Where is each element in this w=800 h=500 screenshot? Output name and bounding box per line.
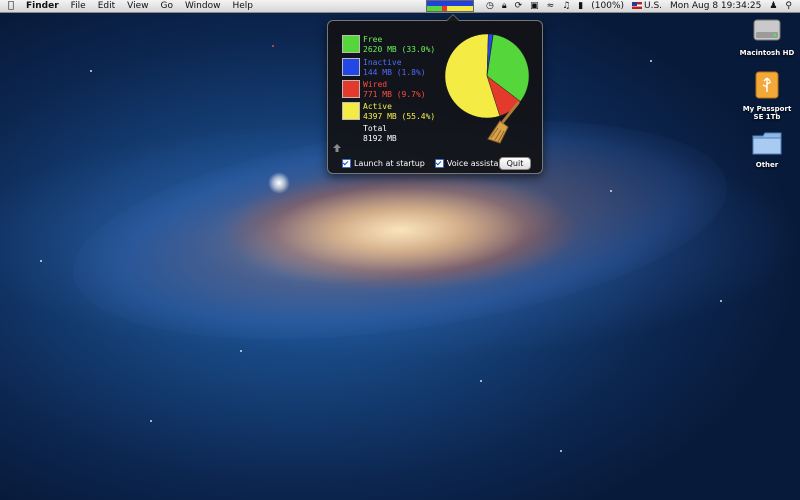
star: [610, 190, 612, 192]
star: [272, 45, 274, 47]
desktop-icon-my-passport[interactable]: My Passport SE 1Tb: [737, 70, 797, 121]
wired-swatch: [342, 80, 360, 98]
time-machine-icon[interactable]: ◷: [482, 0, 498, 12]
spotlight-icon[interactable]: ⚲: [781, 0, 796, 12]
voice-assistant-checkbox[interactable]: [434, 159, 444, 168]
menu-finder[interactable]: Finder: [20, 0, 65, 12]
inactive-value: 144 MB (1.8%): [363, 68, 426, 77]
desktop-icon-label: My Passport SE 1Tb: [742, 105, 792, 121]
inactive-row: Inactive 144 MB (1.8%): [342, 58, 426, 78]
star: [40, 260, 42, 262]
apple-menu-icon[interactable]: : [0, 0, 20, 12]
wired-value: 771 MB (9.7%): [363, 90, 426, 99]
desktop-icon-label: Macintosh HD: [739, 49, 795, 57]
menu-edit[interactable]: Edit: [92, 0, 121, 12]
star: [720, 300, 722, 302]
lock-icon[interactable]: 🔒︎: [498, 0, 511, 12]
display-icon[interactable]: ▣: [526, 0, 543, 12]
free-row: Free 2620 MB (33.0%): [342, 35, 435, 55]
memory-icon[interactable]: [425, 0, 474, 12]
usb-drive-icon: [755, 71, 779, 99]
sync-icon[interactable]: ⟳: [511, 0, 527, 12]
options-row: Launch at startup Voice assistant: [342, 159, 507, 168]
menu-view[interactable]: View: [121, 0, 154, 12]
desktop-icon-macintosh-hd[interactable]: Macintosh HD: [737, 16, 797, 57]
free-swatch: [342, 35, 360, 53]
quit-button[interactable]: Quit: [499, 157, 531, 170]
active-value: 4397 MB (55.4%): [363, 112, 436, 121]
total-block: Total 8192 MB: [363, 124, 397, 144]
broom-icon[interactable]: [486, 101, 522, 145]
status-area: ◷ 🔒︎ ⟳ ▣ ≈ ♫ ▮ (100%) U.S. Mon Aug 8 19:…: [425, 0, 796, 12]
star: [90, 70, 92, 72]
menu-go[interactable]: Go: [155, 0, 179, 12]
wired-label: Wired: [363, 80, 388, 89]
menu-window[interactable]: Window: [179, 0, 227, 12]
total-label: Total: [363, 124, 388, 133]
free-value: 2620 MB (33.0%): [363, 45, 436, 54]
flag-icon: [632, 2, 643, 9]
input-source[interactable]: U.S.: [628, 0, 666, 12]
active-row: Active 4397 MB (55.4%): [342, 102, 435, 122]
folder-icon: [752, 132, 782, 155]
battery-icon[interactable]: ▮: [574, 0, 587, 12]
free-label: Free: [363, 35, 383, 44]
launch-at-startup-checkbox[interactable]: [342, 159, 351, 168]
total-value: 8192 MB: [363, 134, 397, 143]
star-flare: [268, 172, 290, 194]
desktop-icon-label: Other: [755, 161, 779, 169]
inactive-label: Inactive: [363, 58, 402, 67]
memory-popup: Free 2620 MB (33.0%) Inactive 144 MB (1.…: [327, 14, 543, 174]
desktop-icon-other[interactable]: Other: [737, 130, 797, 169]
wired-row: Wired 771 MB (9.7%): [342, 80, 426, 100]
update-arrow-icon[interactable]: [332, 143, 342, 153]
volume-icon[interactable]: ♫: [558, 0, 574, 12]
hard-drive-icon: [753, 19, 781, 41]
clock[interactable]: Mon Aug 8 19:34:25: [666, 0, 765, 12]
star: [240, 350, 242, 352]
user-icon[interactable]: ♟: [765, 0, 781, 12]
star: [150, 420, 152, 422]
active-swatch: [342, 102, 360, 120]
launch-at-startup-label: Launch at startup: [354, 159, 425, 168]
star: [480, 380, 482, 382]
menu-bar:  Finder File Edit View Go Window Help ◷…: [0, 0, 800, 13]
menu-file[interactable]: File: [65, 0, 92, 12]
star: [650, 60, 652, 62]
battery-percent: (100%): [591, 1, 625, 11]
star: [560, 450, 562, 452]
active-label: Active: [363, 102, 392, 111]
voice-assistant-label: Voice assistant: [446, 159, 507, 168]
menu-help[interactable]: Help: [226, 0, 259, 12]
wifi-icon[interactable]: ≈: [543, 0, 559, 12]
inactive-swatch: [342, 58, 360, 76]
